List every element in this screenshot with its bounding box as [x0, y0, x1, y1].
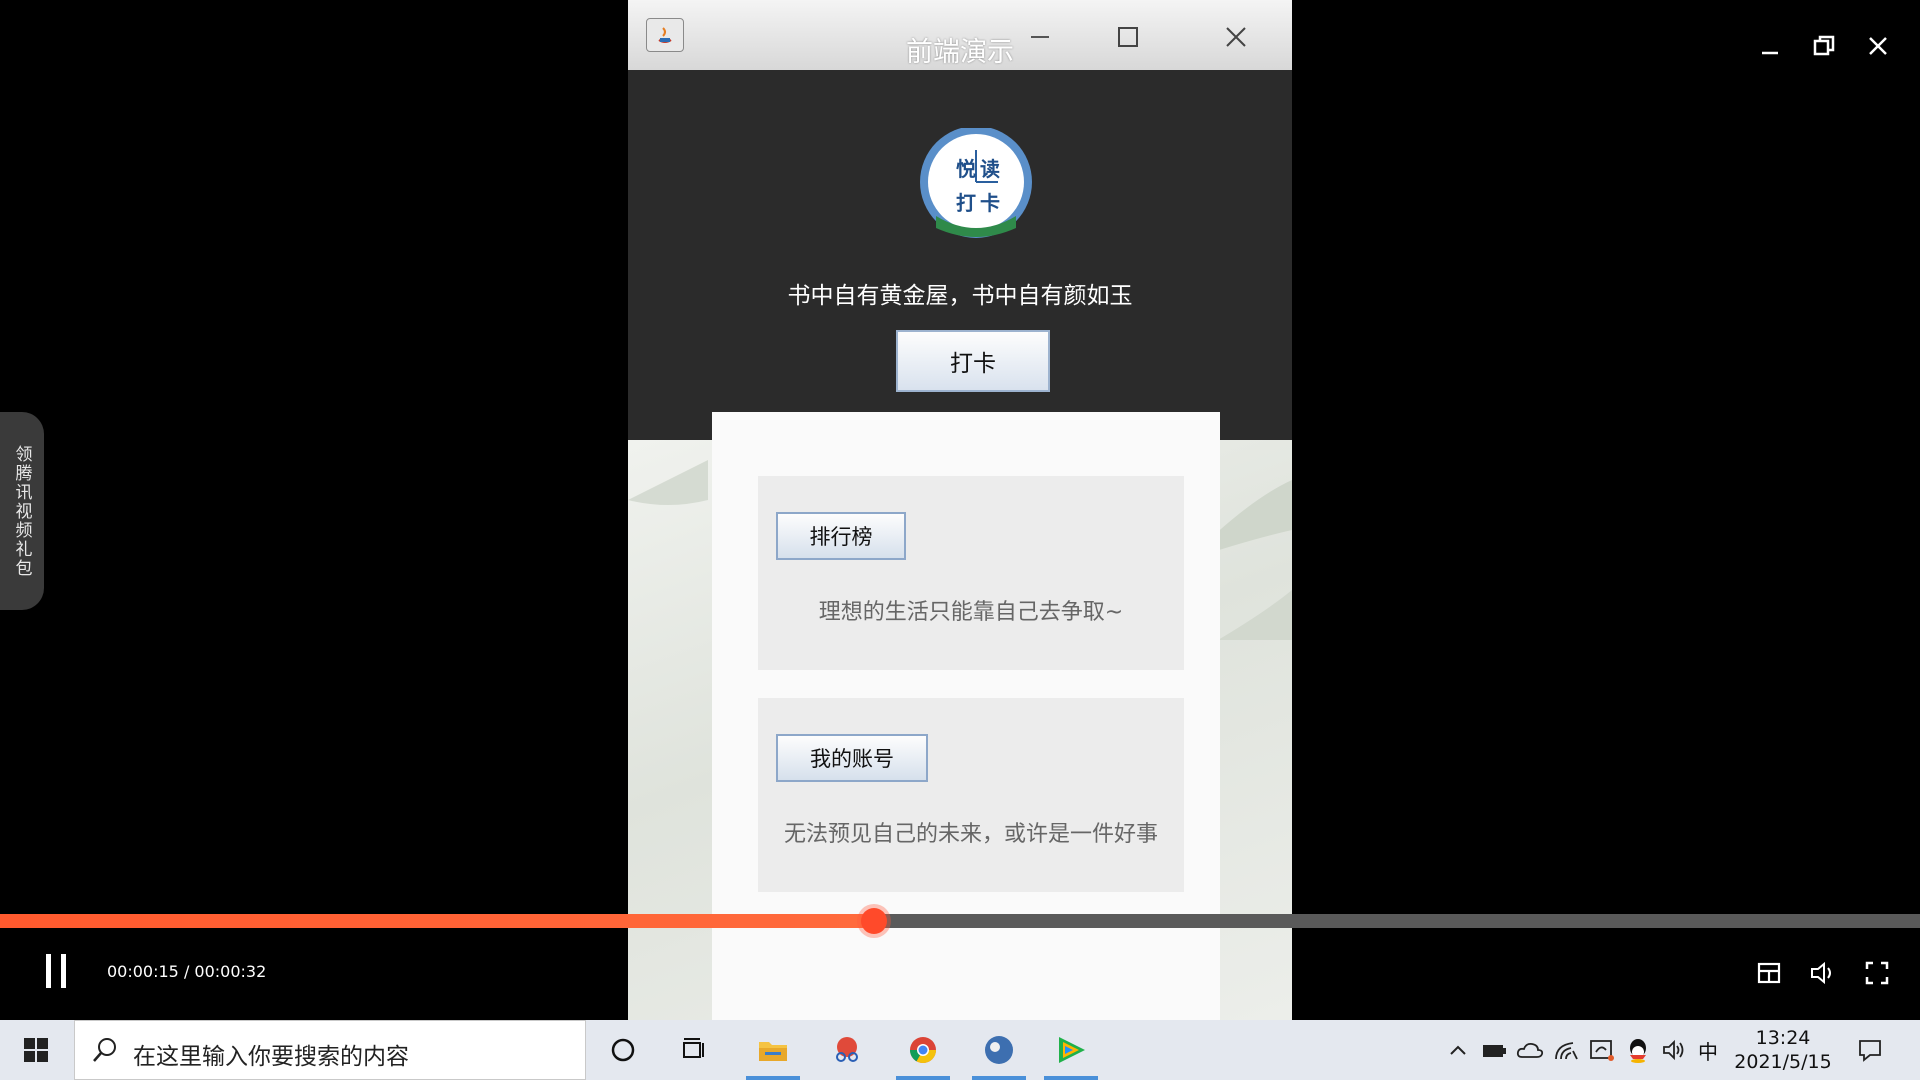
gift-promo-label: 领腾讯视频礼包 [11, 444, 32, 578]
menu-card-account: 我的账号 无法预见自己的未来，或许是一件好事 [758, 698, 1184, 892]
total-time: 00:00:32 [194, 962, 267, 981]
search-icon [93, 1038, 116, 1062]
file-explorer-app[interactable] [742, 1020, 804, 1080]
chrome-icon [909, 1037, 937, 1064]
volume-button[interactable] [1808, 958, 1838, 988]
fullscreen-icon [1865, 961, 1889, 985]
video-progress-bar[interactable] [0, 908, 1920, 934]
clock-date: 2021/5/15 [1734, 1051, 1832, 1073]
gift-promo-tab[interactable]: 领腾讯视频礼包 [0, 412, 44, 610]
pause-button[interactable] [44, 954, 70, 988]
cloud-icon [1516, 1042, 1544, 1058]
fullscreen-button[interactable] [1862, 958, 1892, 988]
player-restore-button[interactable] [1806, 28, 1842, 64]
show-hidden-icons-button[interactable] [1444, 1036, 1472, 1064]
snipping-tool-app[interactable] [816, 1020, 878, 1080]
wifi-tray-icon[interactable] [1552, 1036, 1580, 1064]
reading-checkin-logo: 悦 读 打 卡 [918, 126, 1034, 244]
app-avatar-icon [985, 1036, 1013, 1064]
cortana-button[interactable] [592, 1020, 654, 1080]
search-placeholder: 在这里输入你要搜索的内容 [133, 1044, 409, 1070]
app-window-title: 前端演示 [906, 37, 1014, 68]
ranking-button[interactable]: 排行榜 [776, 512, 906, 560]
screen-capture-icon [1590, 1040, 1614, 1061]
my-account-button[interactable]: 我的账号 [776, 734, 928, 782]
ime-indicator[interactable]: 中 [1694, 1036, 1722, 1064]
close-icon [1226, 27, 1246, 47]
tencent-video-app[interactable] [1040, 1020, 1102, 1080]
player-minimize-button[interactable] [1752, 28, 1788, 64]
screen-tray-icon[interactable] [1588, 1036, 1616, 1064]
battery-tray-icon[interactable] [1480, 1036, 1508, 1064]
minimize-icon [1762, 51, 1778, 55]
current-time: 00:00:15 [107, 962, 179, 981]
ranking-card-text: 理想的生活只能靠自己去争取~ [818, 600, 1124, 625]
clock-time: 13:24 [1755, 1027, 1811, 1049]
logo-char: 悦 [956, 157, 976, 181]
video-progress-fill [0, 914, 874, 928]
windows-logo-icon [24, 1038, 48, 1062]
qq-tray-icon[interactable] [1624, 1036, 1652, 1064]
battery-icon [1483, 1045, 1506, 1057]
minimize-icon [1031, 36, 1049, 38]
start-button[interactable] [0, 1020, 72, 1080]
logo-char: 卡 [980, 191, 1000, 215]
restore-icon [1813, 35, 1835, 56]
player-controls: 00:00:15 / 00:00:32 [0, 928, 1920, 1020]
pause-icon [61, 954, 66, 988]
time-separator: / [178, 962, 195, 981]
chrome-app[interactable] [892, 1020, 954, 1080]
wifi-icon [1555, 1042, 1578, 1060]
cortana-icon [611, 1038, 635, 1062]
app-maximize-button[interactable] [1108, 20, 1148, 54]
checkin-button[interactable]: 打卡 [896, 330, 1050, 392]
app-close-button[interactable] [1216, 20, 1256, 54]
qq-penguin-icon [1630, 1039, 1646, 1063]
subtitle-button[interactable] [1754, 958, 1784, 988]
notification-icon [1859, 1040, 1881, 1062]
task-view-button[interactable] [664, 1020, 726, 1080]
onedrive-tray-icon[interactable] [1516, 1036, 1544, 1064]
task-view-icon [683, 1038, 704, 1058]
chevron-up-icon [1450, 1045, 1466, 1055]
action-center-button[interactable] [1856, 1036, 1884, 1064]
volume-tray-icon[interactable] [1660, 1036, 1688, 1064]
folder-icon [759, 1042, 787, 1061]
logo-char: 读 [980, 157, 1000, 181]
close-icon [1869, 37, 1887, 55]
scissors-icon [836, 1037, 858, 1062]
app-window: 前端演示 悦 读 打 卡 书中自有黄金屋，书中自有颜如玉 打卡 排行榜 理想的生… [628, 0, 1292, 1020]
app-minimize-button[interactable] [1020, 20, 1060, 54]
taskbar-clock[interactable]: 13:24 2021/5/15 [1728, 1026, 1838, 1074]
tencent-video-icon [1059, 1037, 1085, 1063]
speaker-icon [1663, 1039, 1684, 1061]
volume-icon [1811, 961, 1831, 985]
maximize-icon [1118, 27, 1138, 47]
taskbar: 在这里输入你要搜索的内容 中 13:24 2021/5/15 [0, 1020, 1920, 1080]
logo-char: 打 [956, 191, 976, 215]
pause-icon [46, 954, 51, 988]
subtitle-icon [1757, 962, 1781, 984]
motto-text: 书中自有黄金屋，书中自有颜如玉 [787, 283, 1133, 309]
taskbar-search-box[interactable]: 在这里输入你要搜索的内容 [74, 1020, 586, 1080]
java-app-taskbar[interactable] [968, 1020, 1030, 1080]
player-close-button[interactable] [1860, 28, 1896, 64]
time-display: 00:00:15 / 00:00:32 [107, 962, 266, 981]
app-titlebar: 前端演示 [628, 0, 1292, 70]
menu-card-ranking: 排行榜 理想的生活只能靠自己去争取~ [758, 476, 1184, 670]
account-card-text: 无法预见自己的未来，或许是一件好事 [783, 822, 1158, 847]
